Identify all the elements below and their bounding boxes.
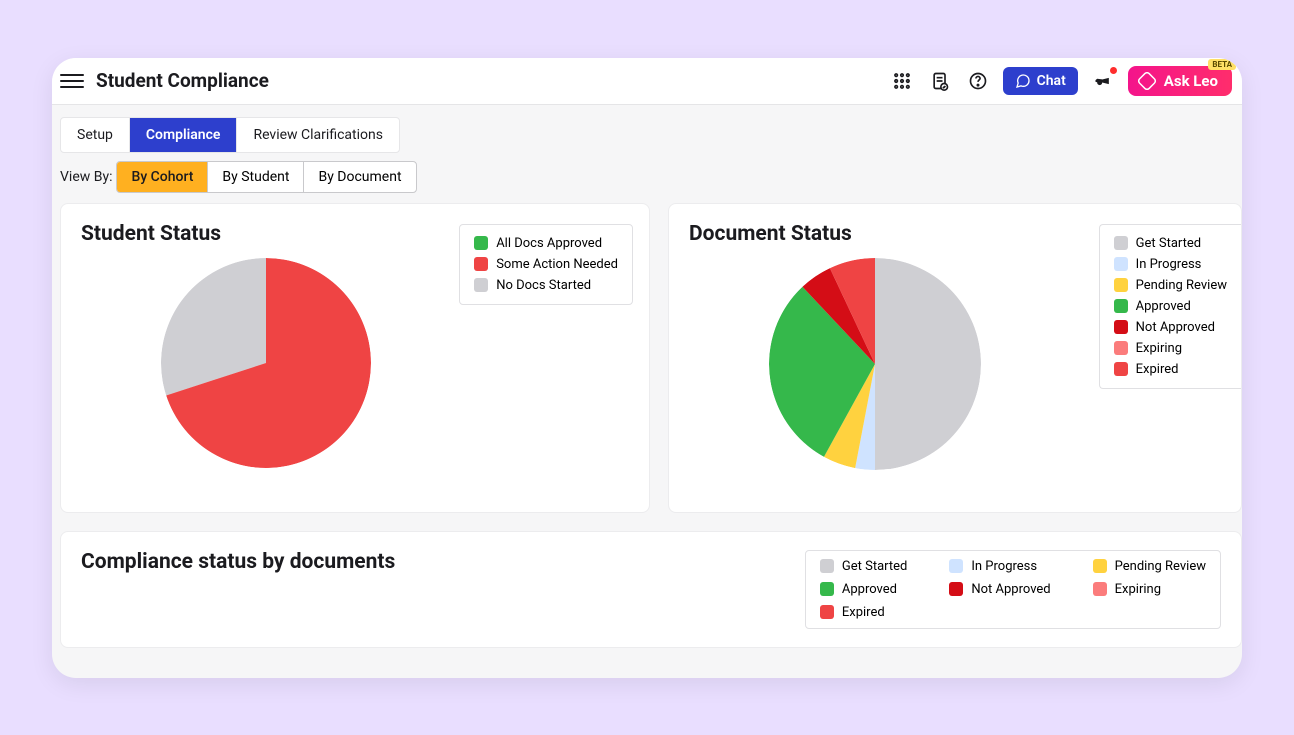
legend-label: Expired: [842, 605, 885, 620]
legend-swatch-icon: [1114, 236, 1128, 250]
legend-item[interactable]: Get Started: [820, 559, 907, 574]
viewby-cohort[interactable]: By Cohort: [117, 162, 208, 192]
document-status-pie-chart: [769, 258, 981, 470]
legend-swatch-icon: [1093, 582, 1107, 596]
ask-leo-button[interactable]: Ask Leo BETA: [1128, 66, 1232, 96]
document-icon[interactable]: [927, 68, 953, 94]
announcement-icon[interactable]: [1090, 68, 1116, 94]
compliance-by-documents-card: Get Started In Progress Pending Review Appr…: [60, 531, 1242, 648]
legend-item[interactable]: Expired: [820, 605, 907, 620]
beta-badge: BETA: [1208, 59, 1236, 70]
legend-swatch-icon: [949, 559, 963, 573]
tab-review-clarifications[interactable]: Review Clarifications: [237, 118, 398, 152]
apps-grid-icon[interactable]: [889, 68, 915, 94]
legend-item[interactable]: Not Approved: [949, 582, 1050, 597]
legend-swatch-icon: [1093, 559, 1107, 573]
document-status-card: Document Status Get StartedIn ProgressPe…: [668, 203, 1242, 513]
chat-label: Chat: [1037, 73, 1066, 89]
compliance-legend: Get Started In Progress Pending Review Appr…: [805, 550, 1221, 629]
sub-tabs: Setup Compliance Review Clarifications: [60, 117, 400, 153]
ask-leo-label: Ask Leo: [1164, 72, 1218, 90]
legend-label: Get Started: [842, 559, 907, 574]
viewby-segment: By Cohort By Student By Document: [116, 161, 416, 193]
legend-label: In Progress: [971, 559, 1037, 574]
legend-label: All Docs Approved: [496, 236, 602, 251]
help-icon[interactable]: [965, 68, 991, 94]
legend-item[interactable]: Approved: [820, 582, 907, 597]
viewby-student[interactable]: By Student: [208, 162, 304, 192]
app-frame: Student Compliance Chat: [52, 58, 1242, 678]
pie-slice[interactable]: [875, 258, 981, 470]
legend-item[interactable]: Pending Review: [1093, 559, 1206, 574]
tab-setup[interactable]: Setup: [61, 118, 130, 152]
legend-label: Approved: [842, 582, 897, 597]
legend-item[interactable]: Expiring: [1093, 582, 1206, 597]
tab-compliance[interactable]: Compliance: [130, 118, 238, 152]
viewby-row: View By: By Cohort By Student By Documen…: [60, 161, 1242, 193]
student-status-pie-chart: [161, 258, 371, 468]
legend-label: Pending Review: [1115, 559, 1206, 574]
legend-swatch-icon: [949, 582, 963, 596]
legend-label: Not Approved: [971, 582, 1050, 597]
viewby-label: View By:: [60, 169, 112, 185]
legend-item[interactable]: All Docs Approved: [472, 233, 620, 254]
legend-swatch-icon: [820, 559, 834, 573]
legend-item[interactable]: Get Started: [1112, 233, 1229, 254]
legend-item[interactable]: In Progress: [949, 559, 1050, 574]
cards-row: Student Status All Docs ApprovedSome Act…: [52, 203, 1242, 513]
menu-icon[interactable]: [60, 69, 84, 93]
legend-swatch-icon: [474, 236, 488, 250]
page-title: Student Compliance: [96, 69, 269, 92]
legend-swatch-icon: [820, 582, 834, 596]
student-status-card: Student Status All Docs ApprovedSome Act…: [60, 203, 650, 513]
legend-label: Get Started: [1136, 236, 1201, 251]
topbar: Student Compliance Chat: [52, 58, 1242, 105]
legend-label: Expiring: [1115, 582, 1161, 597]
chat-button[interactable]: Chat: [1003, 67, 1078, 95]
viewby-document[interactable]: By Document: [304, 162, 415, 192]
legend-swatch-icon: [820, 605, 834, 619]
notification-dot-icon: [1110, 67, 1117, 74]
